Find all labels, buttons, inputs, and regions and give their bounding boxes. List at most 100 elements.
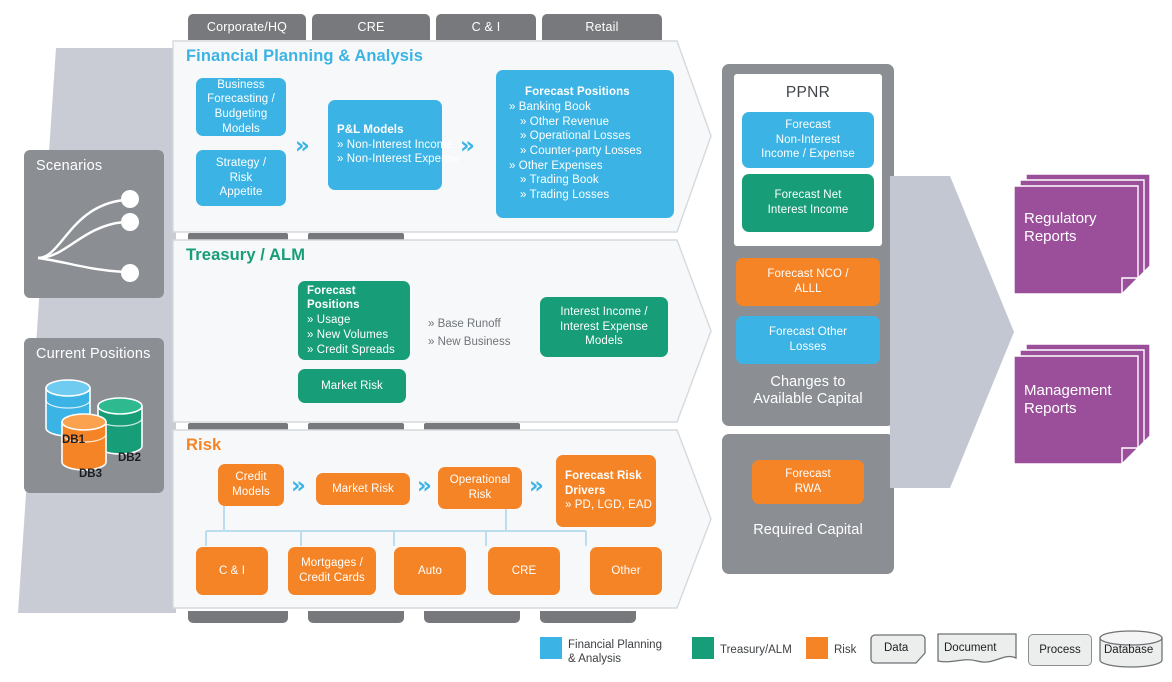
tab-corporate-hq[interactable]: Corporate/HQ [188,14,306,40]
node-label: Credit Models [232,471,270,498]
node-item: » Trading Losses [520,189,610,202]
node-portfolio-cre[interactable]: CRE [488,547,560,595]
process-shape-icon: Process [1028,634,1092,666]
bottom-tab-stub[interactable] [308,611,404,623]
ppnr-label: PPNR [785,84,831,101]
node-forecast-rwa[interactable]: Forecast RWA [752,460,864,504]
required-capital-caption: Required Capital [753,522,863,538]
bottom-tab-stub[interactable] [188,611,288,623]
node-forecast-net-interest-income[interactable]: Forecast Net Interest Income [742,174,874,232]
risk-title: Risk [186,436,222,454]
node-forecast-nco-alll[interactable]: Forecast NCO / ALLL [736,258,880,306]
node-business-forecasting[interactable]: Business Forecasting / Budgeting Models [196,78,286,136]
node-label: Mortgages / Credit Cards [299,557,365,584]
fpa-title: Financial Planning & Analysis [186,47,424,65]
management-reports-label: Management Reports [1024,382,1112,417]
node-forecast-positions-fpa[interactable]: Forecast Positions » Banking Book » Othe… [496,70,674,218]
node-pl-models[interactable]: P&L Models » Non-Interest Income » Non-I… [328,100,460,190]
tab-label: Corporate/HQ [206,20,288,34]
node-operational-risk[interactable]: Operational Risk [438,467,522,509]
node-label: Auto [417,564,443,577]
tab-c-and-i[interactable]: C & I [436,14,536,40]
node-item: » Non-Interest Income [337,138,453,151]
node-item: » Other Expenses [509,159,603,172]
node-item: » Trading Book [520,174,599,187]
node-label: Forecast Net Interest Income [767,189,849,216]
management-reports-stack[interactable]: Management Reports [1008,340,1158,475]
node-portfolio-auto[interactable]: Auto [394,547,466,595]
tab-label: Retail [585,20,619,34]
node-label: Forecast Other Losses [768,326,848,353]
node-item: » Usage [307,314,351,327]
legend-label-fpa: Financial Planning & Analysis [568,639,662,666]
legend-swatch-risk [806,637,828,659]
node-portfolio-c-and-i[interactable]: C & I [196,547,268,595]
treasury-mid-list: » Base Runoff » New Business [428,316,510,352]
tab-label: CRE [357,20,385,34]
legend-swatch-fpa [540,637,562,659]
node-strategy-risk-appetite[interactable]: Strategy / Risk Appetite [196,150,286,206]
node-market-risk-risk[interactable]: Market Risk [316,473,410,505]
chevron-separator-icon: » [291,473,306,499]
legend-label-treasury: Treasury/ALM [720,644,792,656]
node-forecast-non-interest-income-expense[interactable]: Forecast Non-Interest Income / Expense [742,112,874,168]
required-capital-panel: Forecast RWA Required Capital [722,434,894,574]
tab-retail[interactable]: Retail [542,14,662,40]
regulatory-reports-stack[interactable]: Regulatory Reports [1008,170,1158,305]
ppnr-capital-panel: PPNR Forecast Non-Interest Income / Expens… [722,64,894,426]
node-label: CRE [511,564,537,577]
db3-label: DB3 [79,468,103,480]
legend-shape-label-data: Data [884,642,909,654]
available-capital-caption: Changes to Available Capital [753,374,863,408]
node-title: Forecast Risk Drivers [565,469,642,497]
node-label: Strategy / Risk Appetite [215,156,267,199]
node-item: » Other Revenue [520,115,610,128]
node-market-risk-treasury[interactable]: Market Risk [298,369,406,403]
node-item: » Non-Interest Expense [337,153,461,166]
node-label: Forecast RWA [785,468,831,495]
node-forecast-positions-treasury[interactable]: Forecast Positions » Usage » New Volumes… [298,281,410,360]
node-title: Forecast Positions [307,284,360,312]
mid-list-item: » New Business [428,335,511,348]
flow-arrow-icon [890,176,1014,488]
db2-label: DB2 [118,452,142,464]
node-item: » Banking Book [509,100,591,113]
scenarios-title: Scenarios [36,158,103,174]
left-backdrop [18,48,176,613]
node-interest-income-expense-models[interactable]: Interest Income / Interest Expense Models [540,297,668,357]
node-item: » Credit Spreads [307,343,395,356]
legend-shape-label-database: Database [1104,644,1154,656]
node-item: » Operational Losses [520,130,631,143]
node-title: Forecast Positions [525,86,630,99]
scenarios-card[interactable]: Scenarios [24,150,164,298]
node-label: Forecast Non-Interest Income / Expense [761,118,855,161]
node-credit-models[interactable]: Credit Models [218,464,284,506]
node-title: P&L Models [337,123,404,136]
tab-cre[interactable]: CRE [312,14,430,40]
node-portfolio-mortgages-credit-cards[interactable]: Mortgages / Credit Cards [288,547,376,595]
bottom-tab-stub[interactable] [424,611,520,623]
legend-swatch-treasury [692,637,714,659]
node-item: » Counter-party Losses [520,145,642,157]
node-label: Market Risk [332,482,394,495]
chevron-separator-icon: » [295,133,310,159]
current-positions-card[interactable]: Current Positions DB1 DB2 DB3 [24,338,164,493]
mid-list-item: » Base Runoff [428,318,501,330]
ppnr-white-box: PPNR Forecast Non-Interest Income / Expens… [734,74,882,246]
node-forecast-other-losses[interactable]: Forecast Other Losses [736,316,880,364]
node-portfolio-other[interactable]: Other [590,547,662,595]
bottom-tab-stub[interactable] [540,611,636,623]
node-label: Market Risk [321,379,383,392]
scenario-curves-icon [37,190,139,282]
node-label: Interest Income / Interest Expense Models [560,305,648,348]
node-label: Other [611,564,641,577]
regulatory-reports-label: Regulatory Reports [1024,210,1097,245]
tab-label: C & I [471,20,501,34]
chevron-separator-icon: » [417,473,432,499]
node-label: Business Forecasting / Budgeting Models [207,78,275,135]
current-positions-title: Current Positions [36,346,151,362]
node-item: » PD, LGD, EAD [565,499,653,512]
node-forecast-risk-drivers[interactable]: Forecast Risk Drivers » PD, LGD, EAD [556,455,656,527]
node-label: Forecast NCO / ALLL [767,268,849,295]
chevron-separator-icon: » [529,473,544,499]
